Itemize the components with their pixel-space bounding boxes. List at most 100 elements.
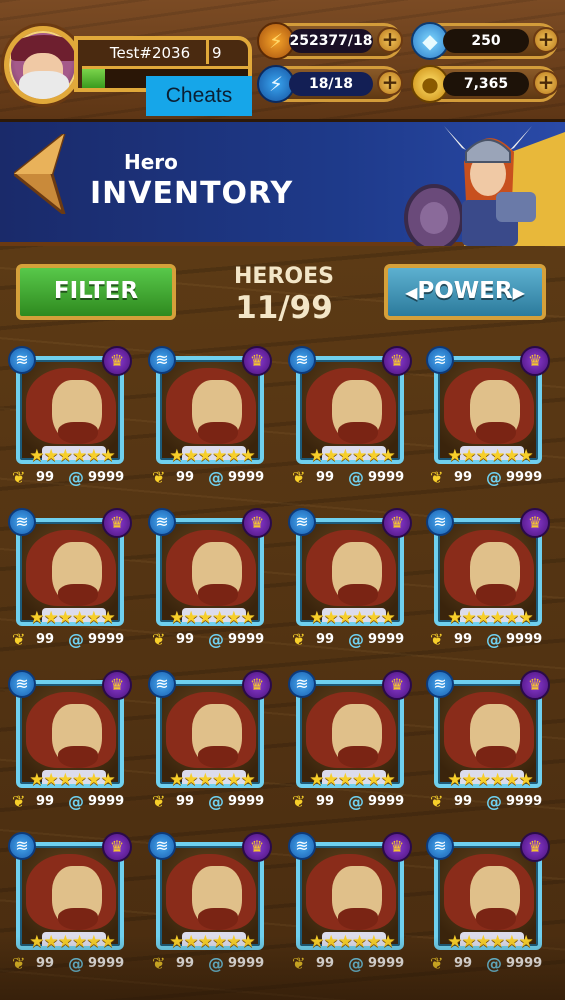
player-name: Test#2036 <box>109 44 191 62</box>
hero-card[interactable]: ≋ ♛ ★★★★★★ ❦ 99 @9999 <box>8 670 132 824</box>
hero-card[interactable]: ≋ ♛ ★★★★★★ ❦ 99 @9999 <box>148 670 272 824</box>
cheats-button[interactable]: Cheats <box>146 76 252 116</box>
player-avatar[interactable] <box>4 26 82 104</box>
gems-value: 250 <box>443 29 529 53</box>
power-laurel-icon: ❦ <box>12 954 26 973</box>
hero-card[interactable]: ≋ ♛ ★★★★★★ ❦ 99 @9999 <box>288 832 412 986</box>
hero-beard <box>338 746 378 768</box>
hero-stars: ★★★★★★ <box>29 446 115 466</box>
power-sort-button[interactable]: ◀POWER▶ <box>384 264 546 320</box>
hero-card[interactable]: ≋ ♛ ★★★★★★ ❦ 99 @9999 <box>288 508 412 662</box>
hero-beard <box>198 746 238 768</box>
add-gold-button[interactable]: + <box>533 70 559 96</box>
hero-souls: 9999 <box>228 794 265 809</box>
hero-stats: ❦ 99 @9999 <box>430 630 550 650</box>
name-divider <box>206 40 209 64</box>
hero-card[interactable]: ≋ ♛ ★★★★★★ ❦ 99 @9999 <box>426 346 550 500</box>
hero-beard <box>476 908 516 930</box>
soul-swirl-icon: @ <box>68 630 84 649</box>
water-wave-icon: ≋ <box>8 508 36 536</box>
water-wave-icon: ≋ <box>148 508 176 536</box>
add-stamina-button[interactable]: + <box>377 70 403 96</box>
hero-power: 99 <box>316 470 335 485</box>
hero-souls: 9999 <box>88 794 125 809</box>
hero-stats: ❦ 99 @9999 <box>430 468 550 488</box>
hero-card[interactable]: ≋ ♛ ★★★★★★ ❦ 99 @9999 <box>426 508 550 662</box>
avatar-beard <box>19 71 69 99</box>
hero-souls: 9999 <box>368 470 405 485</box>
crown-icon: ♛ <box>382 346 412 376</box>
soul-swirl-icon: @ <box>486 954 502 973</box>
hero-card[interactable]: ≋ ♛ ★★★★★★ ❦ 99 @9999 <box>148 508 272 662</box>
power-laurel-icon: ❦ <box>152 954 166 973</box>
hero-card[interactable]: ≋ ♛ ★★★★★★ ❦ 99 @9999 <box>426 832 550 986</box>
hero-stars: ★★★★★★ <box>309 932 395 952</box>
hero-card[interactable]: ≋ ♛ ★★★★★★ ❦ 99 @9999 <box>8 832 132 986</box>
soul-swirl-icon: @ <box>208 954 224 973</box>
hero-stars: ★★★★★★ <box>309 446 395 466</box>
hero-card[interactable]: ≋ ♛ ★★★★★★ ❦ 99 @9999 <box>148 832 272 986</box>
soul-swirl-icon: @ <box>486 630 502 649</box>
water-wave-icon: ≋ <box>426 670 454 698</box>
power-laurel-icon: ❦ <box>292 468 306 487</box>
crown-icon: ♛ <box>520 832 550 862</box>
hero-stats: ❦ 99 @9999 <box>12 468 132 488</box>
water-wave-icon: ≋ <box>426 346 454 374</box>
power-laurel-icon: ❦ <box>12 792 26 811</box>
hero-stars: ★★★★★★ <box>447 608 533 628</box>
crown-icon: ♛ <box>102 346 132 376</box>
crown-icon: ♛ <box>102 508 132 538</box>
hero-stars: ★★★★★★ <box>309 770 395 790</box>
hero-souls: 9999 <box>506 956 543 971</box>
hero-stars: ★★★★★★ <box>29 932 115 952</box>
hero-stats: ❦ 99 @9999 <box>152 630 272 650</box>
hero-stars: ★★★★★★ <box>447 932 533 952</box>
banner-subtitle: Hero <box>124 150 178 174</box>
crown-icon: ♛ <box>520 670 550 700</box>
power-laurel-icon: ❦ <box>152 792 166 811</box>
soul-swirl-icon: @ <box>486 792 502 811</box>
soul-swirl-icon: @ <box>208 630 224 649</box>
hero-card[interactable]: ≋ ♛ ★★★★★★ ❦ 99 @9999 <box>288 670 412 824</box>
hero-beard <box>338 422 378 444</box>
water-wave-icon: ≋ <box>8 832 36 860</box>
water-wave-icon: ≋ <box>426 508 454 536</box>
add-energy-button[interactable]: + <box>377 27 403 53</box>
banner-title: INVENTORY <box>90 176 294 211</box>
hero-inventory-board: FILTER ◀POWER▶ HEROES 11/99 ≋ ♛ ★★★★★★ ❦ 99 @… <box>0 246 565 1000</box>
hero-power: 99 <box>454 632 473 647</box>
energy-value: 252377/18 <box>289 29 373 53</box>
hero-souls: 9999 <box>228 956 265 971</box>
hero-card[interactable]: ≋ ♛ ★★★★★★ ❦ 99 @9999 <box>426 670 550 824</box>
hero-souls: 9999 <box>506 632 543 647</box>
back-arrow-icon[interactable] <box>14 134 66 214</box>
crown-icon: ♛ <box>520 346 550 376</box>
hero-souls: 9999 <box>228 470 265 485</box>
hero-card[interactable]: ≋ ♛ ★★★★★★ ❦ 99 @9999 <box>148 346 272 500</box>
soul-swirl-icon: @ <box>348 792 364 811</box>
hero-power: 99 <box>176 632 195 647</box>
crown-icon: ♛ <box>382 508 412 538</box>
soul-swirl-icon: @ <box>208 468 224 487</box>
hero-power: 99 <box>454 470 473 485</box>
water-wave-icon: ≋ <box>148 832 176 860</box>
hero-card[interactable]: ≋ ♛ ★★★★★★ ❦ 99 @9999 <box>8 346 132 500</box>
soul-swirl-icon: @ <box>348 468 364 487</box>
filter-button[interactable]: FILTER <box>16 264 176 320</box>
top-bar: Test#2036 9 Cheats ⚡ 252377/18 + ⚡ 18/18… <box>0 0 565 122</box>
hero-stars: ★★★★★★ <box>447 770 533 790</box>
hero-card[interactable]: ≋ ♛ ★★★★★★ ❦ 99 @9999 <box>288 346 412 500</box>
hero-souls: 9999 <box>88 632 125 647</box>
hero-beard <box>58 746 98 768</box>
soul-swirl-icon: @ <box>348 954 364 973</box>
crown-icon: ♛ <box>242 832 272 862</box>
crown-icon: ♛ <box>382 670 412 700</box>
power-laurel-icon: ❦ <box>12 468 26 487</box>
add-gems-button[interactable]: + <box>533 27 559 53</box>
crown-icon: ♛ <box>382 832 412 862</box>
hero-stats: ❦ 99 @9999 <box>292 954 412 974</box>
hero-stats: ❦ 99 @9999 <box>292 792 412 812</box>
hero-card[interactable]: ≋ ♛ ★★★★★★ ❦ 99 @9999 <box>8 508 132 662</box>
hero-stats: ❦ 99 @9999 <box>12 792 132 812</box>
energy-resource: ⚡ 252377/18 + <box>257 22 403 60</box>
